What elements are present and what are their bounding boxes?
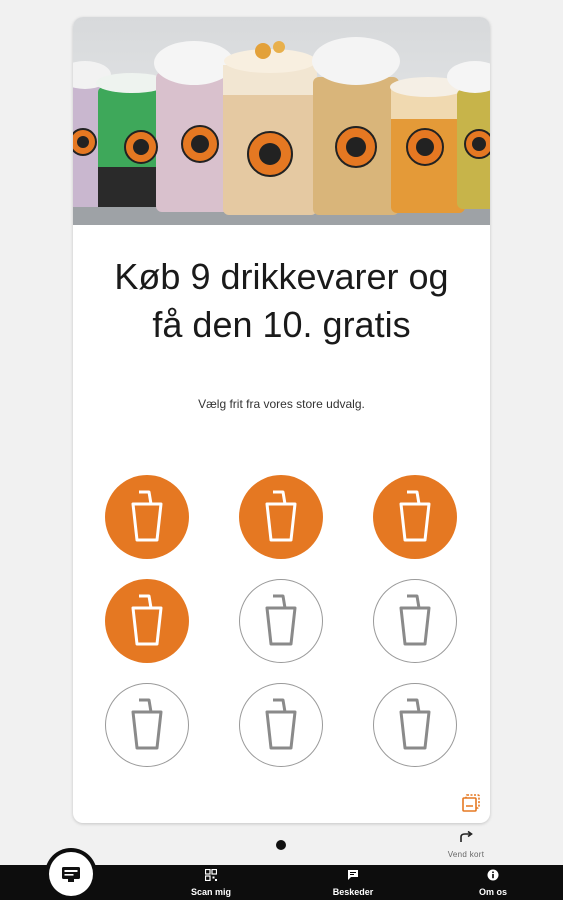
drink-cup-icon [265, 490, 297, 542]
qr-code-icon [204, 868, 218, 882]
page-indicator-dot[interactable] [276, 840, 286, 850]
drink-cup-icon [265, 594, 297, 646]
stamp-filled [105, 579, 189, 663]
loyalty-card: Køb 9 drikkevarer og få den 10. gratis V… [73, 17, 490, 823]
nav-loyalty-card[interactable] [45, 848, 97, 900]
flip-card-button[interactable]: Vend kort [440, 830, 492, 859]
loyalty-card-icon [62, 867, 80, 882]
nav-about-us[interactable]: Om os [458, 868, 528, 897]
stamp-filled [239, 475, 323, 559]
stamp-empty [239, 683, 323, 767]
card-corner-icon[interactable] [461, 793, 481, 813]
stamp-grid [105, 475, 459, 771]
stamp-empty [373, 579, 457, 663]
stamp-filled [373, 475, 457, 559]
drink-cup-icon [399, 698, 431, 750]
nav-messages[interactable]: Beskeder [318, 868, 388, 897]
drink-cup-icon [399, 490, 431, 542]
stamp-empty [239, 579, 323, 663]
nav-scan-me-label: Scan mig [190, 887, 231, 897]
drink-cup-icon [131, 698, 163, 750]
offer-subtitle: Vælg frit fra vores store udvalg. [198, 397, 365, 411]
nav-messages-label: Beskeder [332, 887, 374, 897]
offer-title-line2: få den 10. gratis [152, 304, 411, 345]
message-icon [348, 870, 358, 880]
offer-title: Køb 9 drikkevarer og få den 10. gratis [73, 253, 490, 349]
stamp-empty [105, 683, 189, 767]
offer-title-line1: Køb 9 drikkevarer og [114, 256, 449, 297]
nav-about-us-label: Om os [478, 887, 507, 897]
flip-card-label: Vend kort [447, 850, 485, 859]
drink-cup-icon [265, 698, 297, 750]
drink-cup-icon [131, 490, 163, 542]
info-icon [487, 869, 499, 881]
stamp-empty [373, 683, 457, 767]
flip-arrow-icon [460, 830, 473, 842]
hero-image [73, 17, 490, 225]
stamp-filled [105, 475, 189, 559]
drink-cup-icon [399, 594, 431, 646]
nav-scan-me[interactable]: Scan mig [176, 868, 246, 897]
drink-cup-icon [131, 594, 163, 646]
